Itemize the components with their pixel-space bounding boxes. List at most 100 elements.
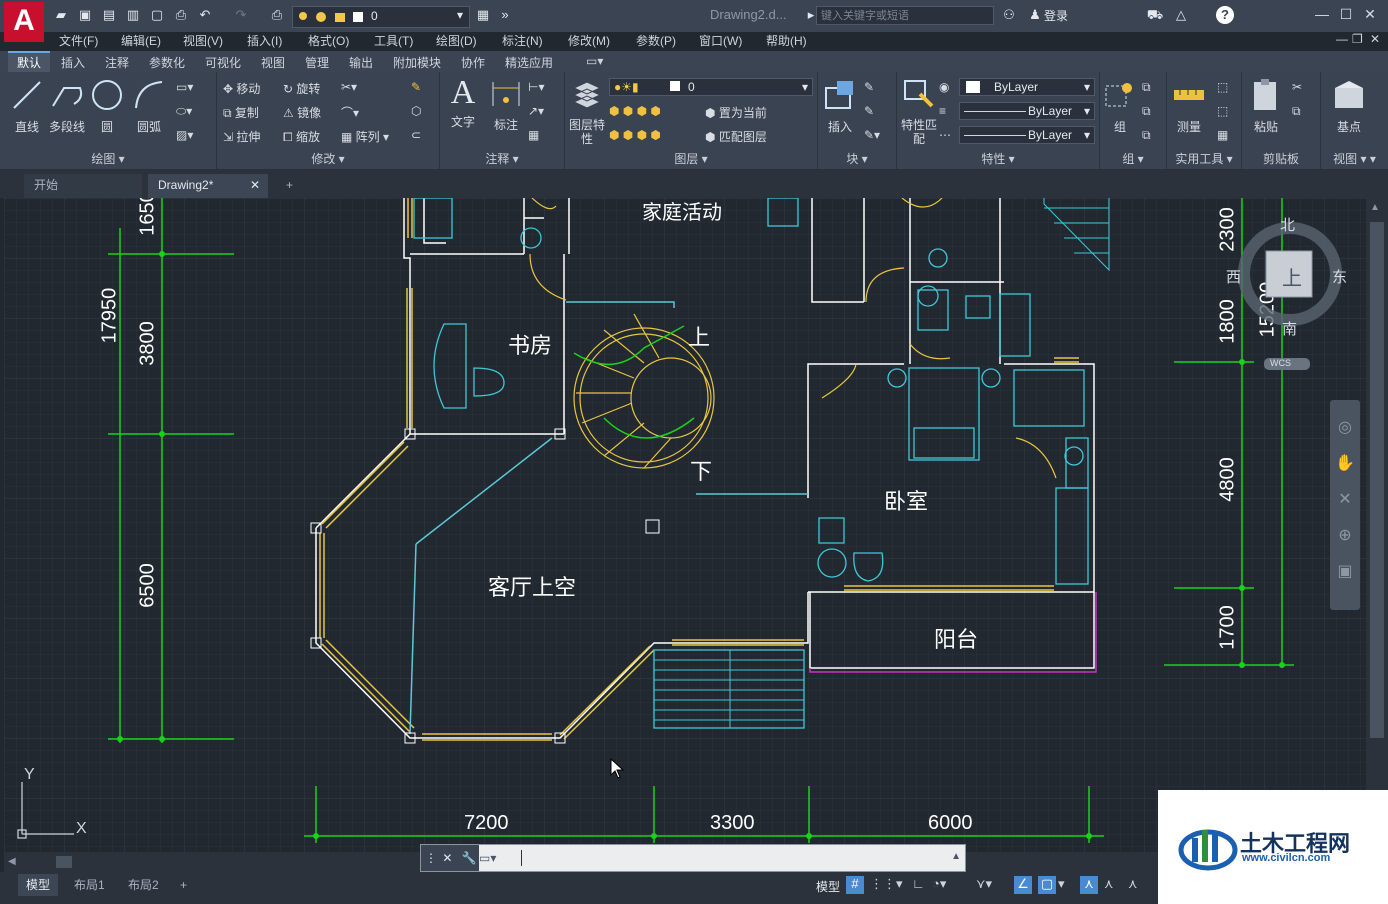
cut-icon[interactable]: ✂ xyxy=(1292,80,1302,94)
measure-button[interactable]: 测量 xyxy=(1171,78,1207,135)
snap-toggle-icon[interactable]: ⋮⋮▾ xyxy=(870,876,903,892)
leader-icon[interactable]: ↗▾ xyxy=(528,104,544,118)
utilities-panel-title[interactable]: 实用工具 ▾ xyxy=(1167,150,1241,167)
layout-tab-2[interactable]: 布局2 xyxy=(120,874,167,896)
wcs-menu[interactable]: WCS xyxy=(1270,358,1291,368)
menu-dimension[interactable]: 标注(N) xyxy=(502,32,543,49)
arc-button[interactable]: 圆弧 xyxy=(132,78,166,135)
tab-output[interactable]: 输出 xyxy=(349,54,373,71)
scrollbar-thumb[interactable] xyxy=(1370,222,1384,738)
mirror-button[interactable]: ⚠ 镜像 xyxy=(283,104,321,121)
modify-panel-title[interactable]: 修改 ▾ xyxy=(217,150,439,167)
close-tab-icon[interactable]: ✕ xyxy=(250,174,260,196)
polar-toggle-icon[interactable]: ◔▾ xyxy=(932,876,946,892)
group-edit-icon[interactable]: ⧉ xyxy=(1142,104,1151,119)
scroll-left-icon[interactable]: ◀ xyxy=(8,856,16,867)
object-snap-icon[interactable]: ▢ xyxy=(1038,876,1056,894)
properties-panel-title[interactable]: 特性 ▾ xyxy=(897,150,1099,167)
copy-clip-icon[interactable]: ⧉ xyxy=(1292,104,1301,119)
base-point-button[interactable]: 基点 xyxy=(1331,78,1367,135)
drawing-canvas[interactable]: 家庭活动 书房 上 下 卧室 客厅上空 阳台 17950 1650 3800 6… xyxy=(4,198,1366,852)
paste-button[interactable]: 粘贴 xyxy=(1248,78,1284,135)
grid-toggle-icon[interactable]: # xyxy=(846,876,864,894)
isodraft-icon[interactable]: ⋎▾ xyxy=(976,876,992,892)
tab-view[interactable]: 视图 xyxy=(261,54,285,71)
fillet-icon[interactable]: ⌒▾ xyxy=(341,104,359,121)
new-icon[interactable]: ▢ xyxy=(148,6,166,24)
tab-drawing2[interactable]: Drawing2* ✕ xyxy=(148,174,268,198)
doc-restore-icon[interactable]: ❐ xyxy=(1352,32,1363,46)
stretch-button[interactable]: ⇲ 拉伸 xyxy=(223,128,260,145)
tab-collaborate[interactable]: 协作 xyxy=(461,54,485,71)
minimize-icon[interactable]: — xyxy=(1312,6,1332,24)
color-wheel-icon[interactable]: ◉ xyxy=(939,80,949,94)
help-icon[interactable]: ? xyxy=(1216,6,1234,24)
vertical-scrollbar[interactable]: ▲ xyxy=(1366,198,1388,852)
edit-block-icon[interactable]: ✎ xyxy=(864,104,874,118)
command-settings-icon[interactable]: 🔧 xyxy=(462,851,477,865)
search-input[interactable]: 键入关键字或短语 xyxy=(816,6,994,25)
view-panel-title[interactable]: 视图 ▾ ▾ xyxy=(1321,150,1388,167)
gradient-icon[interactable]: ▨▾ xyxy=(176,128,193,142)
close-icon[interactable]: ✕ xyxy=(1360,6,1380,24)
match-layer-button[interactable]: ⬢ 匹配图层 xyxy=(705,128,767,145)
polyline-button[interactable]: 多段线 xyxy=(46,78,88,135)
create-block-icon[interactable]: ✎ xyxy=(864,80,874,94)
expand-icon[interactable]: » xyxy=(496,6,514,24)
doc-minimize-icon[interactable]: — xyxy=(1336,32,1348,46)
orbit-icon[interactable]: ⊕ xyxy=(1330,518,1360,554)
explode-icon[interactable]: ⬡ xyxy=(411,104,421,118)
table-icon[interactable]: ▦ xyxy=(528,128,539,142)
linetype-combo[interactable]: ByLayer ▾ xyxy=(959,126,1095,144)
ungroup-icon[interactable]: ⧉ xyxy=(1142,80,1151,95)
redo-icon[interactable]: ↷ xyxy=(232,6,250,24)
tab-visualize[interactable]: 可视化 xyxy=(205,54,241,71)
scale-button[interactable]: ⧠ 缩放 xyxy=(283,128,320,145)
calculator-icon[interactable]: ▦ xyxy=(1217,128,1228,142)
command-line[interactable]: ⋮ ✕ 🔧 ▭▾ ▲ xyxy=(420,844,966,872)
menu-view[interactable]: 视图(V) xyxy=(183,32,223,49)
tab-parametric[interactable]: 参数化 xyxy=(149,54,185,71)
workspace-icon[interactable]: ▦ xyxy=(474,6,492,24)
scrollbar-thumb[interactable] xyxy=(56,856,72,868)
menu-window[interactable]: 窗口(W) xyxy=(699,32,742,49)
tab-default-label[interactable]: 默认 xyxy=(17,54,41,71)
menu-format[interactable]: 格式(O) xyxy=(308,32,349,49)
ribbon-toggle-icon[interactable]: ▭▾ xyxy=(586,54,603,68)
menu-file[interactable]: 文件(F) xyxy=(59,32,98,49)
object-snap-menu-icon[interactable]: ▾ xyxy=(1058,876,1065,892)
layer-properties-button[interactable]: 图层特性 xyxy=(569,78,605,146)
array-button[interactable]: ▦ 阵列 ▾ xyxy=(341,128,389,145)
rectangle-icon[interactable]: ▭▾ xyxy=(176,80,193,94)
layout-tab-model[interactable]: 模型 xyxy=(18,874,59,896)
menu-modify[interactable]: 修改(M) xyxy=(568,32,610,49)
offset-icon[interactable]: ⊂ xyxy=(411,128,421,142)
login-button[interactable]: 登录 xyxy=(1044,7,1068,24)
maximize-icon[interactable]: ☐ xyxy=(1336,6,1356,24)
publish-icon[interactable]: ▥ xyxy=(124,6,142,24)
tab-addins[interactable]: 附加模块 xyxy=(393,54,441,71)
color-combo[interactable]: ByLayer ▾ xyxy=(959,78,1095,96)
quick-select-icon[interactable]: ⬚ xyxy=(1217,80,1228,94)
group-panel-title[interactable]: 组 ▾ xyxy=(1100,150,1166,167)
linetype-icon[interactable]: ⋯ xyxy=(939,128,951,142)
draw-panel-title[interactable]: 绘图 ▾ xyxy=(0,150,216,167)
exchange-icon[interactable]: △ xyxy=(1172,6,1190,24)
open-icon[interactable]: ▰ xyxy=(52,6,70,24)
menu-parametric[interactable]: 参数(P) xyxy=(636,32,676,49)
group-button[interactable]: 组 xyxy=(1102,78,1138,135)
layer-tools-row1-icons[interactable]: ⬢ ⬢ ⬢ ⬢ xyxy=(609,104,661,118)
annotation-panel-title[interactable]: 注释 ▾ xyxy=(440,150,564,167)
object-snap-tracking-icon[interactable]: ∠ xyxy=(1014,876,1032,894)
command-grip-icon[interactable]: ⋮ xyxy=(425,851,437,865)
copy-button[interactable]: ⧉ 复制 xyxy=(223,104,259,121)
layout-tab-1[interactable]: 布局1 xyxy=(66,874,113,896)
tab-featured-apps[interactable]: 精选应用 xyxy=(505,54,553,71)
viewcube[interactable] xyxy=(1226,222,1346,372)
menu-help[interactable]: 帮助(H) xyxy=(766,32,807,49)
tab-manage[interactable]: 管理 xyxy=(305,54,329,71)
linear-dim-icon[interactable]: ⊢▾ xyxy=(528,80,544,94)
save-icon[interactable]: ▣ xyxy=(76,6,94,24)
new-layout-icon[interactable]: + xyxy=(172,874,195,896)
viewcube-east[interactable]: 东 xyxy=(1332,266,1347,287)
